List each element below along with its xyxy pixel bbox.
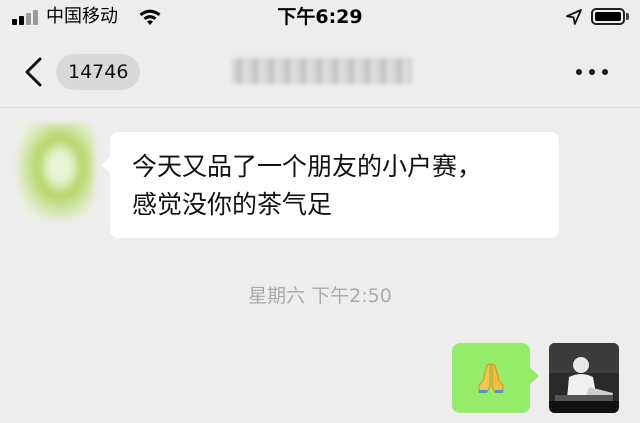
message-timestamp: 星期六 下午2:50 — [248, 285, 392, 307]
more-horizontal-icon[interactable] — [574, 64, 610, 80]
incoming-message-bubble[interactable]: 今天又品了一个朋友的小户赛， 感觉没你的茶气足 — [101, 132, 559, 238]
header-divider — [0, 107, 640, 108]
chevron-left-icon[interactable] — [20, 56, 48, 88]
message-line: 感觉没你的茶气足 — [132, 190, 333, 219]
chat-title-redacted — [232, 58, 412, 84]
folded-hands-icon — [478, 363, 504, 393]
status-bar: 中国移动 下午6:29 — [0, 0, 640, 36]
location-arrow-icon — [566, 9, 582, 25]
battery-tip — [626, 13, 629, 20]
status-time: 下午6:29 — [277, 6, 363, 28]
message-line: 今天又品了一个朋友的小户赛， — [132, 152, 483, 181]
my-avatar[interactable] — [549, 343, 619, 413]
outgoing-message-bubble[interactable] — [452, 343, 539, 413]
avatar-photo — [549, 343, 619, 413]
chat-header: 14746 — [0, 36, 640, 108]
battery-icon — [591, 8, 625, 25]
unread-count-badge[interactable]: 14746 — [56, 54, 141, 90]
contact-avatar[interactable] — [18, 124, 94, 220]
